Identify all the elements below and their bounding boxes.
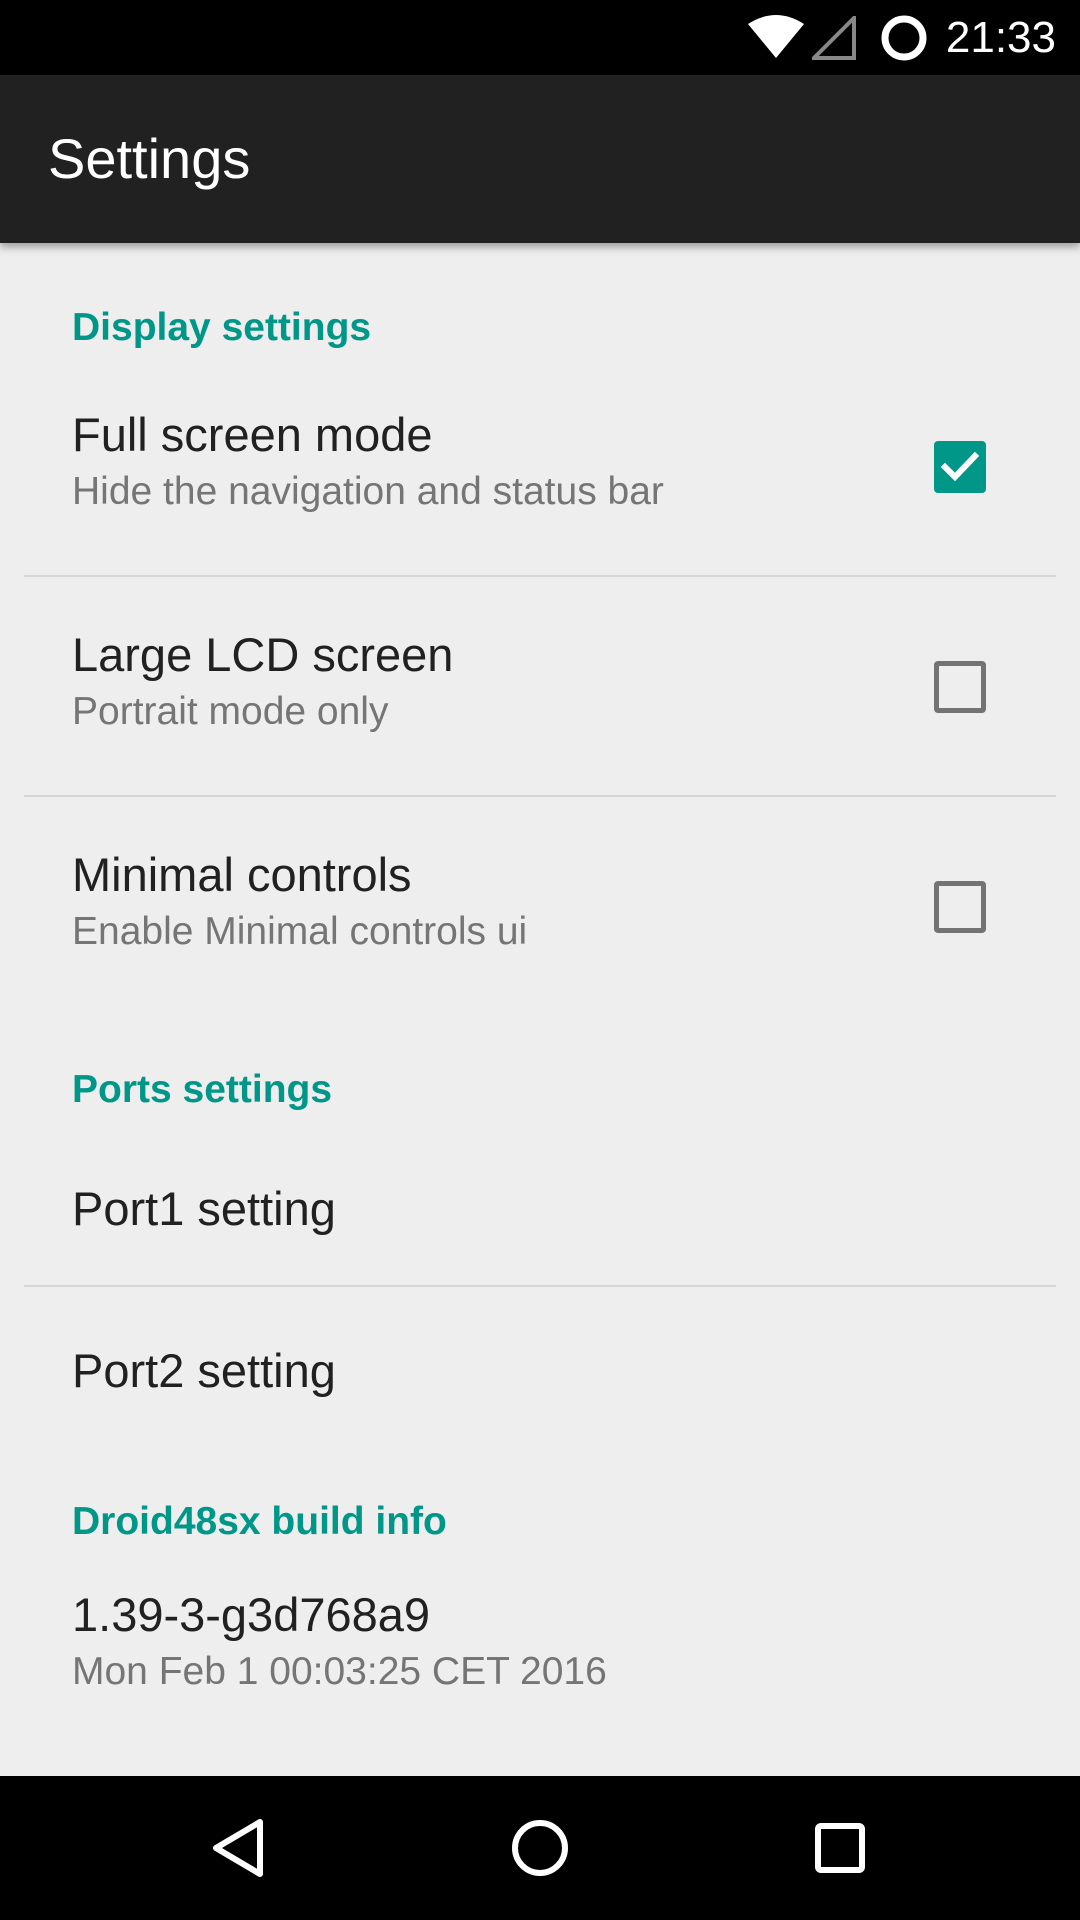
pref-large-lcd-screen[interactable]: Large LCD screen Portrait mode only (0, 627, 1080, 803)
pref-port2-setting[interactable]: Port2 setting (0, 1315, 1080, 1475)
navigation-bar (0, 1776, 1080, 1920)
pref-summary: Portrait mode only (72, 690, 389, 733)
status-bar: 21:33 (0, 0, 1080, 75)
page-title: Settings (48, 127, 251, 190)
category-display-settings: Display settings (72, 306, 372, 349)
app-bar: Settings (0, 75, 1080, 243)
category-build-info: Droid48sx build info (72, 1500, 447, 1543)
back-icon[interactable] (200, 1812, 280, 1884)
pref-summary: Enable Minimal controls ui (72, 910, 528, 953)
build-date: Mon Feb 1 00:03:25 CET 2016 (72, 1650, 607, 1693)
minimal-controls-checkbox[interactable] (934, 881, 986, 933)
pref-title: Minimal controls (72, 848, 412, 901)
pref-minimal-controls[interactable]: Minimal controls Enable Minimal controls… (0, 847, 1080, 1023)
divider (24, 795, 1056, 797)
cell-signal-icon (809, 13, 856, 65)
pref-summary: Hide the navigation and status bar (72, 470, 664, 513)
settings-list: Display settings Full screen mode Hide t… (0, 243, 1080, 1776)
divider (24, 575, 1056, 577)
pref-title: Port2 setting (72, 1344, 336, 1397)
full-screen-checkbox[interactable] (934, 441, 986, 493)
build-version: 1.39-3-g3d768a9 (72, 1588, 431, 1641)
pref-title: Large LCD screen (72, 628, 454, 681)
pref-build-version[interactable]: 1.39-3-g3d768a9 Mon Feb 1 00:03:25 CET 2… (0, 1587, 1080, 1763)
recents-icon[interactable] (800, 1812, 880, 1884)
pref-title: Full screen mode (72, 408, 433, 461)
divider (24, 1285, 1056, 1287)
category-ports-settings: Ports settings (72, 1068, 333, 1111)
home-icon[interactable] (500, 1812, 580, 1884)
pref-full-screen-mode[interactable]: Full screen mode Hide the navigation and… (0, 407, 1080, 583)
pref-title: Port1 setting (72, 1182, 336, 1235)
status-time: 21:33 (945, 13, 1056, 62)
wifi-icon (748, 14, 804, 63)
battery-icon (880, 14, 928, 67)
pref-port1-setting[interactable]: Port1 setting (0, 1153, 1080, 1313)
large-lcd-checkbox[interactable] (934, 661, 986, 713)
